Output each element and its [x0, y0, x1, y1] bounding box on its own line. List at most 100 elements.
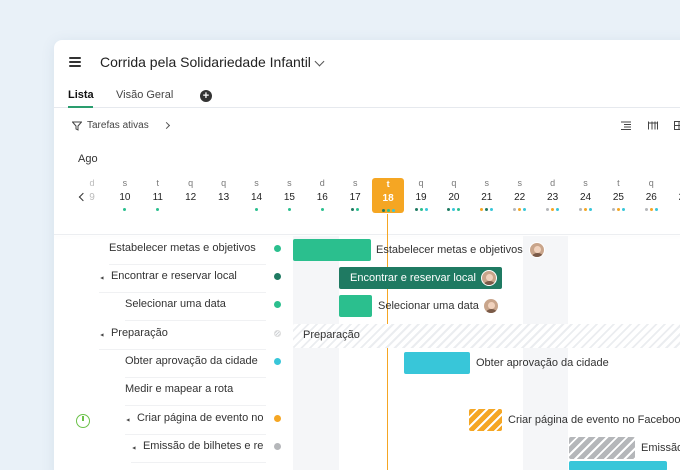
day-task-dots	[109, 208, 141, 214]
calendar-day[interactable]: q 27	[668, 177, 680, 217]
assignee-avatar[interactable]	[529, 242, 545, 258]
calendar-day[interactable]: d 23	[537, 177, 569, 217]
grid-icon[interactable]	[674, 121, 680, 130]
task-dot	[424, 208, 428, 211]
day-letter: d	[550, 178, 556, 188]
filter-label[interactable]: Tarefas ativas	[87, 120, 149, 131]
calendar-day[interactable]: t 25	[602, 177, 634, 217]
task-row[interactable]: ▲ Preparação	[99, 322, 266, 350]
task-row[interactable]: ▲ Emissão de bilhetes e re	[131, 435, 266, 463]
day-letter: t	[156, 178, 160, 188]
task-dot	[551, 208, 555, 211]
task-dot	[644, 208, 648, 211]
calendar-day[interactable]: q 19	[405, 177, 437, 217]
task-row[interactable]: Medir e mapear a rota	[125, 378, 266, 406]
calendar-day[interactable]: q 20	[438, 177, 470, 217]
day-number: 23	[547, 192, 559, 203]
task-dot	[485, 208, 489, 211]
task-dot	[356, 208, 360, 211]
calendar-day[interactable]: d 16	[306, 177, 338, 217]
task-dot	[452, 208, 456, 211]
day-number: 22	[514, 192, 526, 203]
calendar-day[interactable]: d9	[76, 177, 108, 217]
calendar-day[interactable]: t 11	[142, 177, 174, 217]
task-name: Criar página de evento no F	[136, 412, 266, 424]
calendar-day[interactable]: s 21	[471, 177, 503, 217]
gantt-bar[interactable]	[339, 295, 372, 317]
toolbar: Tarefas ativas	[54, 108, 680, 142]
task-dot	[490, 208, 494, 211]
day-number: 24	[579, 192, 592, 203]
chevron-right-icon[interactable]	[162, 121, 171, 130]
gantt-bar[interactable]	[404, 352, 470, 374]
gantt-bar[interactable]	[569, 461, 667, 470]
expand-caret-icon[interactable]: ▲	[99, 332, 111, 338]
day-letter: s	[484, 178, 490, 188]
calendar-day[interactable]: s 22	[504, 177, 536, 217]
calendar-day[interactable]: q 13	[208, 177, 240, 217]
day-number: 14	[250, 192, 263, 203]
task-dot	[447, 208, 451, 211]
task-dot	[351, 208, 355, 211]
task-name: Preparação	[110, 327, 168, 339]
filter-icon[interactable]	[72, 121, 82, 131]
gantt-bar[interactable]	[569, 437, 635, 459]
day-task-dots	[602, 208, 634, 214]
expand-caret-icon[interactable]: ▲	[99, 275, 111, 281]
task-dot	[419, 208, 423, 211]
assignee-avatar[interactable]	[483, 298, 499, 314]
project-title[interactable]: Corrida pela Solidariedade Infantil	[100, 54, 311, 70]
tab-lista[interactable]: Lista	[68, 89, 94, 101]
gantt-bar-label: Encontrar e reservar local	[350, 272, 476, 284]
task-dot	[381, 209, 385, 212]
task-dot	[589, 208, 592, 211]
gantt-bar[interactable]	[293, 239, 371, 261]
day-number: 27	[668, 191, 680, 205]
day-task-dots	[76, 208, 108, 214]
status-dot	[274, 273, 281, 280]
day-task-dots	[175, 208, 207, 214]
day-letter: s	[352, 178, 358, 188]
calendar-day[interactable]: s 15	[273, 177, 305, 217]
day-number: 18	[382, 193, 394, 204]
timer-icon[interactable]	[76, 414, 90, 428]
columns-icon[interactable]	[648, 121, 658, 130]
gantt-bar-label: Obter aprovação da cidade	[476, 357, 609, 369]
task-row[interactable]: Obter aprovação da cidade	[125, 350, 266, 378]
task-row[interactable]: ▲ Encontrar e reservar local	[99, 265, 266, 293]
calendar-day[interactable]: q 26	[635, 177, 667, 217]
tab-visao-geral[interactable]: Visão Geral	[116, 89, 173, 101]
add-tab-icon[interactable]: +	[200, 90, 212, 102]
expand-caret-icon[interactable]: ▲	[125, 417, 137, 423]
day-letter: s	[254, 178, 259, 188]
header-divider	[54, 234, 680, 235]
app-window: Corrida pela Solidariedade Infantil List…	[54, 40, 680, 470]
calendar-day[interactable]: q 12	[175, 177, 207, 217]
task-row[interactable]: Selecionar uma data	[125, 293, 266, 321]
tab-bar: Lista Visão Geral +	[54, 84, 680, 108]
calendar-day[interactable]: s 17	[339, 177, 371, 217]
task-name: Obter aprovação da cidade	[125, 355, 258, 367]
expand-caret-icon[interactable]: ▲	[131, 445, 143, 451]
indent-icon[interactable]	[621, 121, 631, 130]
task-row[interactable]: ▲ Criar página de evento no F	[125, 407, 266, 435]
day-number: 11	[152, 192, 163, 203]
task-dot	[654, 208, 658, 211]
weekend-shade	[293, 236, 339, 470]
task-dot	[513, 208, 517, 211]
chevron-down-icon[interactable]	[314, 56, 325, 67]
day-letter: d	[319, 178, 325, 188]
day-task-dots	[142, 208, 174, 214]
hamburger-menu-icon[interactable]	[69, 57, 81, 67]
calendar-day[interactable]: s 10	[109, 177, 141, 217]
status-dot	[274, 330, 281, 337]
calendar-day[interactable]: s 24	[570, 177, 602, 217]
assignee-avatar[interactable]	[481, 270, 497, 286]
task-dot	[584, 208, 587, 211]
calendar-day[interactable]: s 14	[241, 177, 273, 217]
day-letter: d	[89, 178, 95, 188]
task-name: Emissão de bilhetes e re	[142, 440, 264, 452]
task-row[interactable]: Estabelecer metas e objetivos	[109, 237, 266, 265]
gantt-bar[interactable]	[469, 409, 502, 431]
calendar-day[interactable]: t 18	[372, 178, 405, 213]
